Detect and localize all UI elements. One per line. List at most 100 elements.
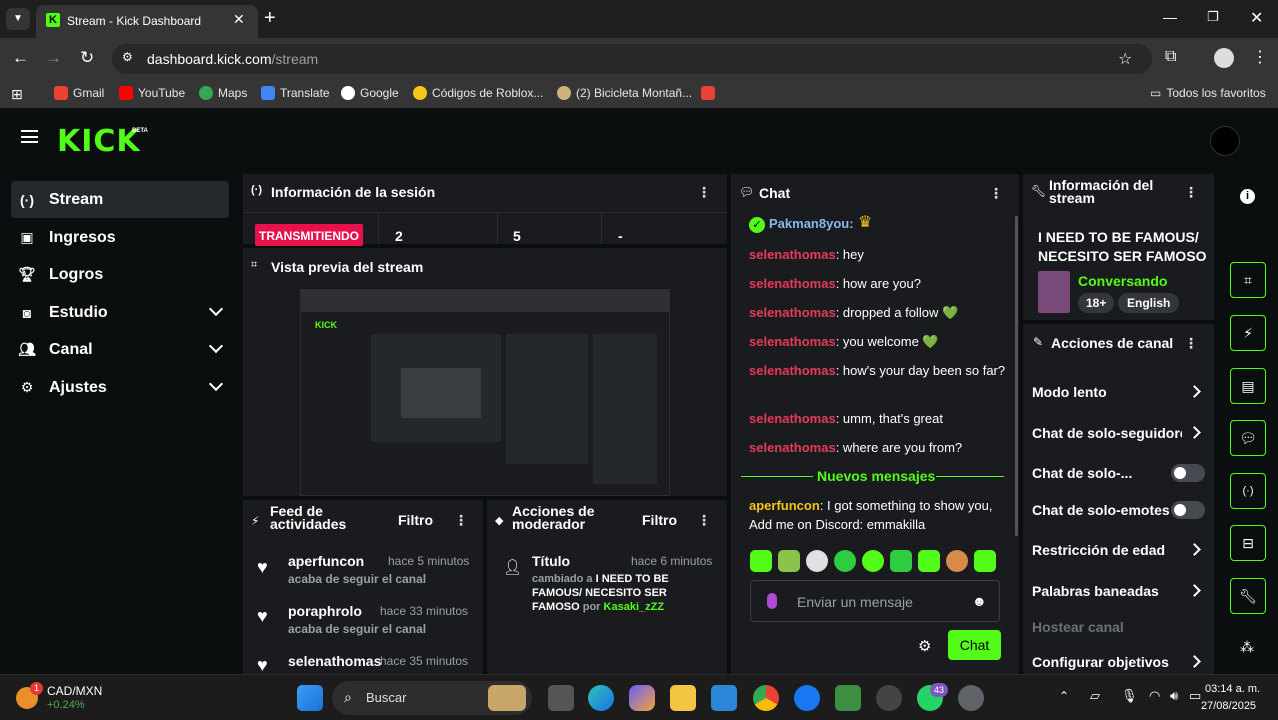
browser-menu-icon[interactable]: ⋮ <box>1252 47 1268 67</box>
share-icon[interactable]: ⁂ <box>1240 639 1254 656</box>
bookmark-google[interactable]: Google <box>341 86 399 100</box>
all-bookmarks[interactable]: ▭ Todos los favoritos <box>1150 86 1266 100</box>
wifi-icon[interactable]: ◠ <box>1149 688 1160 704</box>
bookmark-star-icon[interactable]: ☆ <box>1118 49 1132 69</box>
facebook-icon[interactable] <box>794 685 820 711</box>
file-explorer-icon[interactable] <box>670 685 696 711</box>
close-window-button[interactable]: ✕ <box>1250 8 1263 28</box>
emote-icon[interactable] <box>778 550 800 572</box>
clock-time[interactable]: 03:14 a. m. <box>1205 683 1260 695</box>
solo-emotes-toggle[interactable] <box>1171 501 1205 519</box>
chat-menu-icon[interactable]: ⋮ <box>988 185 1004 202</box>
emoji-picker-icon[interactable]: ☻ <box>972 593 987 609</box>
chat-scrollbar[interactable] <box>1015 216 1018 536</box>
minecraft-icon[interactable] <box>835 685 861 711</box>
bookmark-translate[interactable]: Translate <box>261 86 330 100</box>
sidebar-item-ingresos[interactable]: ▣ Ingresos <box>11 219 229 256</box>
send-chat-button[interactable]: Chat <box>948 630 1001 660</box>
media-player-icon[interactable] <box>876 685 902 711</box>
preview-toggle-button[interactable]: ⌗ <box>1230 262 1266 298</box>
category-name[interactable]: Conversando <box>1078 273 1167 289</box>
emote-icon[interactable] <box>918 550 940 572</box>
new-messages-divider[interactable]: Nuevos mensajes <box>817 468 935 484</box>
emote-icon[interactable] <box>862 550 884 572</box>
sidebar-item-stream[interactable]: (·) Stream <box>11 181 229 218</box>
kick-logo[interactable]: KICK <box>57 124 141 159</box>
url-field[interactable]: ⚙ dashboard.kick.com/stream <box>112 44 1152 74</box>
volume-icon[interactable]: 🔊︎ <box>1170 688 1178 704</box>
broadcast-icon: (·) <box>1242 485 1254 497</box>
mod-filter-button[interactable]: Filtro <box>642 512 677 528</box>
sidebar-item-estudio[interactable]: ◙ Estudio <box>11 294 229 331</box>
broadcast-icon: (·) <box>20 191 34 208</box>
chat-top-user[interactable]: Pakman8you: <box>769 216 854 231</box>
site-info-icon[interactable]: ⚙ <box>122 50 133 64</box>
profile-avatar[interactable] <box>1214 48 1234 68</box>
category-thumbnail[interactable] <box>1038 271 1070 313</box>
layout-toggle-button[interactable]: ⊟ <box>1230 525 1266 561</box>
restore-button[interactable]: ❐ <box>1207 9 1219 25</box>
bookmark-bicicleta[interactable]: (2) Bicicleta Montañ... <box>557 86 692 100</box>
copilot-icon[interactable] <box>629 685 655 711</box>
session-toggle-button[interactable]: (·) <box>1230 473 1266 509</box>
settings-icon[interactable] <box>958 685 984 711</box>
sidebar-item-canal[interactable]: 👥︎ Canal <box>11 331 229 368</box>
emote-icon[interactable] <box>946 550 968 572</box>
emote-icon[interactable] <box>806 550 828 572</box>
channel-actions-menu-icon[interactable]: ⋮ <box>1183 335 1199 352</box>
task-view-icon[interactable] <box>548 685 574 711</box>
apps-grid-icon[interactable]: ⊞ <box>11 86 23 103</box>
solo-toggle[interactable] <box>1171 464 1205 482</box>
tab-search-button[interactable]: ▼ <box>6 8 30 30</box>
show-hidden-icons[interactable]: ⌃ <box>1059 689 1069 703</box>
forward-icon[interactable]: → <box>45 48 62 68</box>
chat-toggle-button[interactable]: 💬︎ <box>1230 420 1266 456</box>
chrome-icon[interactable] <box>753 685 779 711</box>
emote-icon[interactable] <box>834 550 856 572</box>
store-icon[interactable] <box>711 685 737 711</box>
minimize-button[interactable]: — <box>1163 9 1177 25</box>
bookmark-youtube[interactable]: YouTube <box>119 86 185 100</box>
mod-menu-icon[interactable]: ⋮ <box>696 512 712 529</box>
windows-start-icon[interactable] <box>297 685 323 711</box>
feed-filter-button[interactable]: Filtro <box>398 512 433 528</box>
sidebar-item-logros[interactable]: 🏆︎ Logros <box>11 256 229 293</box>
clock-date[interactable]: 27/08/2025 <box>1201 700 1256 712</box>
edge-icon[interactable] <box>588 685 614 711</box>
info-icon[interactable]: i <box>1240 189 1255 204</box>
emote-icon[interactable] <box>974 550 996 572</box>
browser-tab[interactable]: K Stream - Kick Dashboard ✕ <box>36 5 258 38</box>
bookmark-gmail[interactable]: Gmail <box>54 86 104 100</box>
bookmark-gmail-2[interactable] <box>701 86 715 100</box>
smiley-icon <box>413 86 427 100</box>
stream-info-toggle-button[interactable]: 🔧︎ <box>1230 578 1266 614</box>
ticker-widget[interactable]: 1 CAD/MXN +0.24% <box>16 682 116 716</box>
emote-icon[interactable] <box>890 550 912 572</box>
chat-input[interactable]: Enviar un mensaje ☻ <box>750 580 1000 622</box>
bookmark-maps[interactable]: Maps <box>199 86 247 100</box>
extensions-icon[interactable]: ⧉ <box>1165 48 1176 66</box>
new-tab-button[interactable]: + <box>264 7 276 30</box>
stream-info-menu-icon[interactable]: ⋮ <box>1183 184 1199 201</box>
reload-icon[interactable]: ↻ <box>80 48 94 68</box>
hamburger-menu-icon[interactable] <box>21 130 38 143</box>
chat-settings-icon[interactable]: ⚙ <box>918 637 931 655</box>
battery-icon[interactable]: ▭ <box>1189 688 1201 704</box>
url-path: /stream <box>271 51 319 67</box>
emote-icon[interactable] <box>750 550 772 572</box>
feed-menu-icon[interactable]: ⋮ <box>453 512 469 529</box>
user-avatar[interactable] <box>1210 126 1240 156</box>
microphone-icon[interactable] <box>767 593 777 609</box>
tab-title: Stream - Kick Dashboard <box>67 14 202 28</box>
network-tray-icon[interactable]: ▱ <box>1090 688 1100 704</box>
stream-preview-video[interactable]: KICK <box>300 289 670 496</box>
taskbar-search[interactable]: ⌕ Buscar <box>332 681 532 715</box>
mod-log-toggle-button[interactable]: ▤ <box>1230 368 1266 404</box>
activity-toggle-button[interactable]: ⚡︎ <box>1230 315 1266 351</box>
close-tab-icon[interactable]: ✕ <box>233 11 245 28</box>
sidebar-item-ajustes[interactable]: ⚙ Ajustes <box>11 369 229 406</box>
back-icon[interactable]: ← <box>12 48 29 68</box>
session-menu-icon[interactable]: ⋮ <box>696 184 712 201</box>
microphone-tray-icon[interactable]: 🎙︎ <box>1121 688 1138 704</box>
bookmark-roblox[interactable]: Códigos de Roblox... <box>413 86 543 100</box>
